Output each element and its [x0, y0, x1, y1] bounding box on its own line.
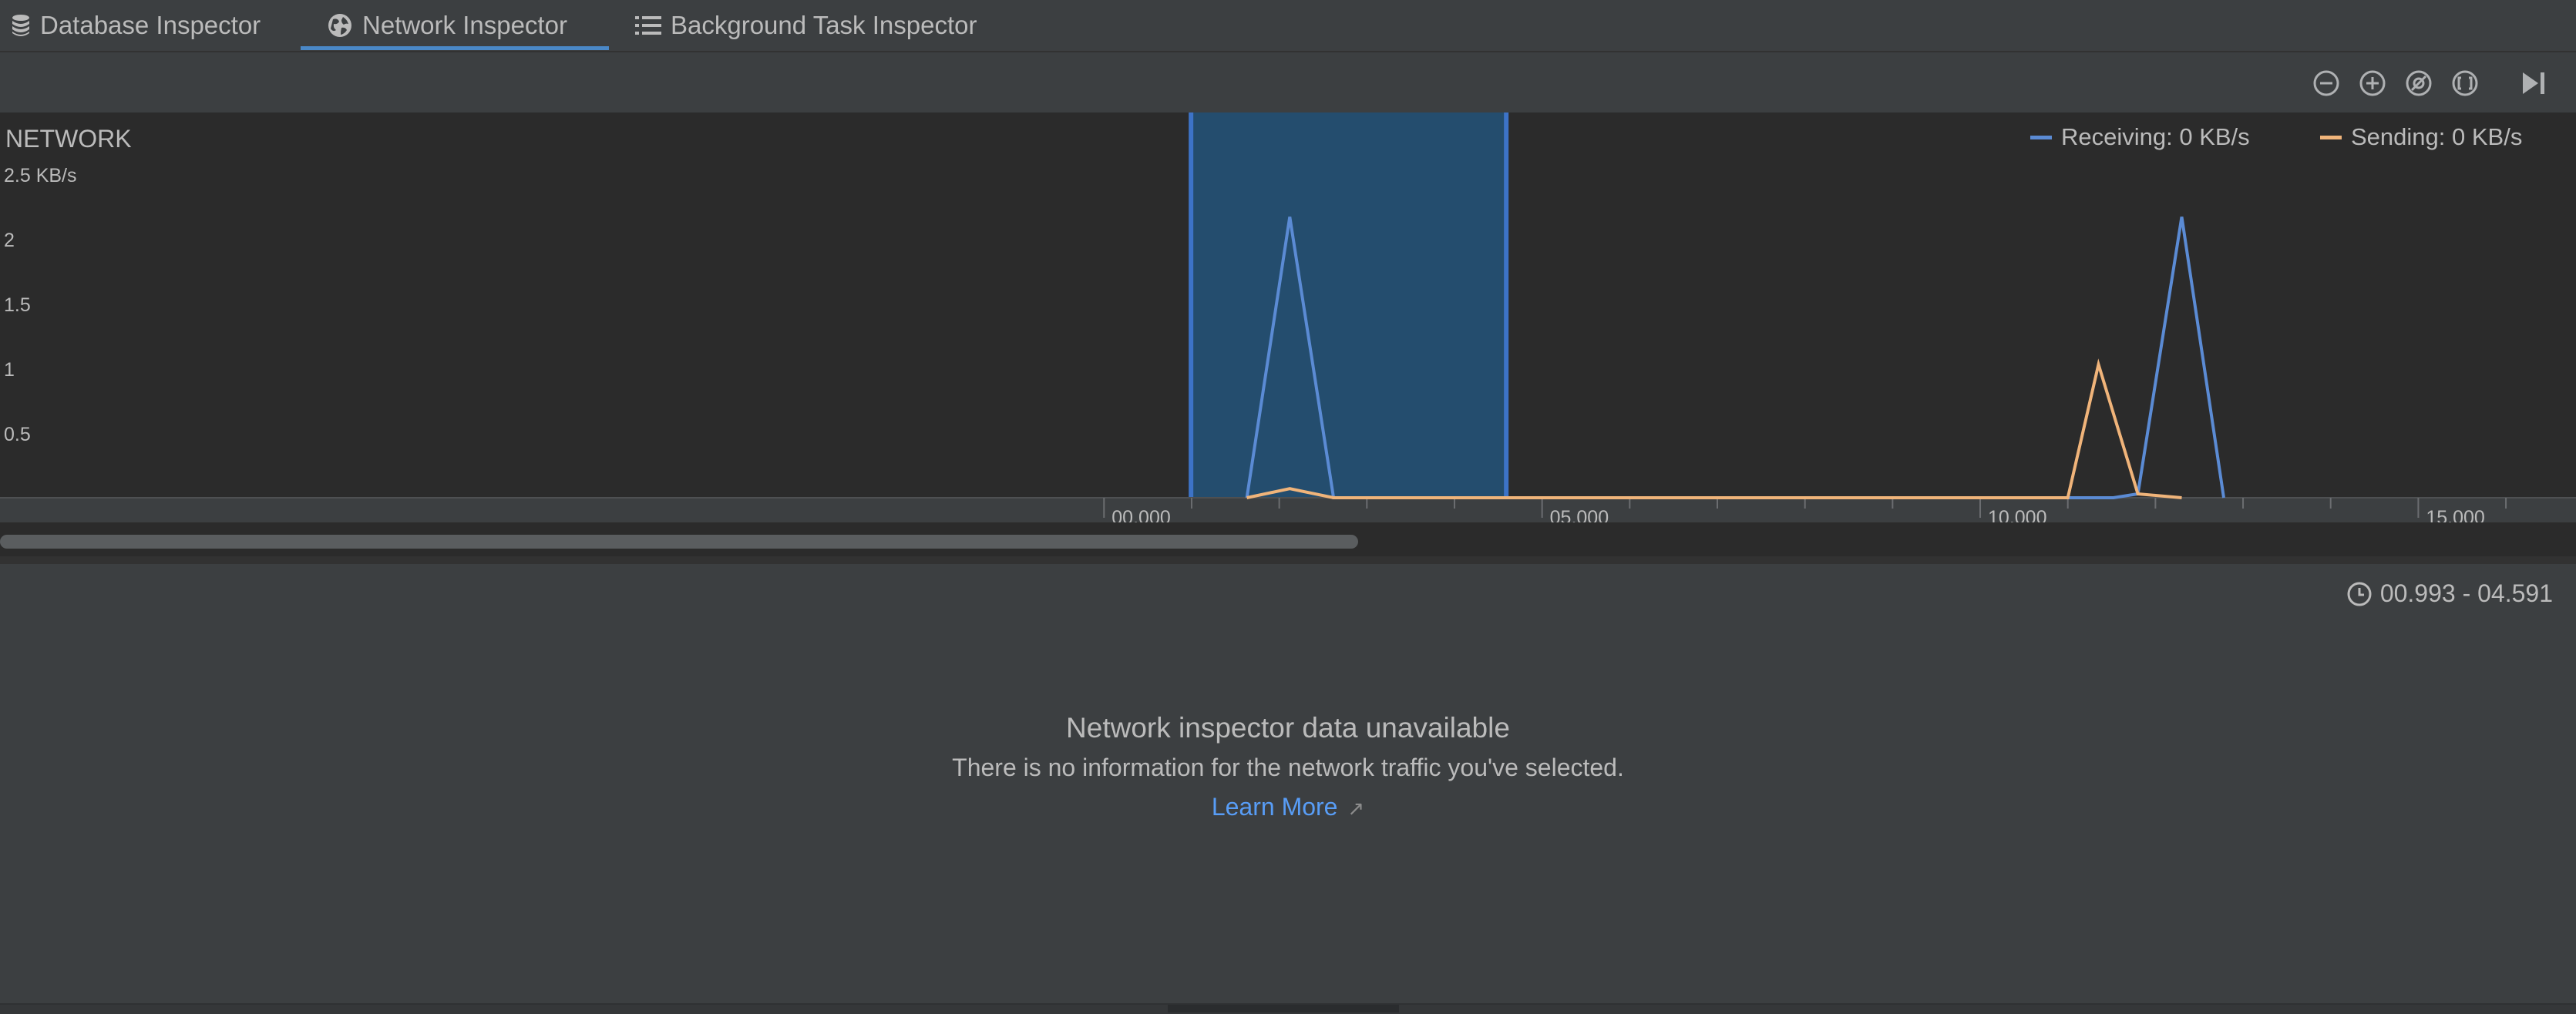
selection-time-range: 00.993 - 04.591	[2346, 579, 2553, 608]
y-tick-label: 2.5 KB/s	[4, 165, 77, 186]
learn-more-link[interactable]: Learn More ↗	[0, 793, 2576, 821]
learn-more-label: Learn More	[1211, 793, 1338, 821]
selection-handle-right	[1504, 112, 1509, 498]
legend-sending: Sending: 0 KB/s	[2320, 123, 2522, 151]
legend-receiving-label: Receiving: 0 KB/s	[2061, 123, 2250, 150]
legend-sending-swatch	[2320, 135, 2342, 139]
y-tick-label: 1.5	[4, 294, 31, 316]
y-tick-label: 1	[4, 359, 15, 381]
clock-icon	[2347, 582, 2372, 606]
chart-title: NETWORK	[5, 125, 132, 153]
legend-sending-label: Sending: 0 KB/s	[2351, 123, 2523, 150]
selection-range	[1191, 112, 1507, 498]
details-panel: 00.993 - 04.591 Network inspector data u…	[0, 564, 2576, 1003]
empty-state: Network inspector data unavailable There…	[0, 712, 2576, 821]
y-tick-label: 0.5	[4, 424, 31, 445]
panel-splitter[interactable]	[0, 556, 2576, 564]
legend-receiving-swatch	[2030, 135, 2052, 139]
timeline-scrollbar-thumb[interactable]	[0, 535, 1358, 549]
network-chart-plot	[0, 112, 2576, 518]
external-link-icon: ↗	[1347, 797, 1365, 820]
bottom-resize-handle[interactable]	[1168, 1005, 1399, 1012]
empty-state-message: There is no information for the network …	[952, 754, 1624, 781]
y-tick-label: 2	[4, 230, 15, 251]
legend-receiving: Receiving: 0 KB/s	[2030, 123, 2250, 151]
selection-handle-left	[1189, 112, 1194, 498]
time-range-label: 00.993 - 04.591	[2379, 579, 2553, 607]
empty-state-title: Network inspector data unavailable	[1066, 712, 1510, 744]
